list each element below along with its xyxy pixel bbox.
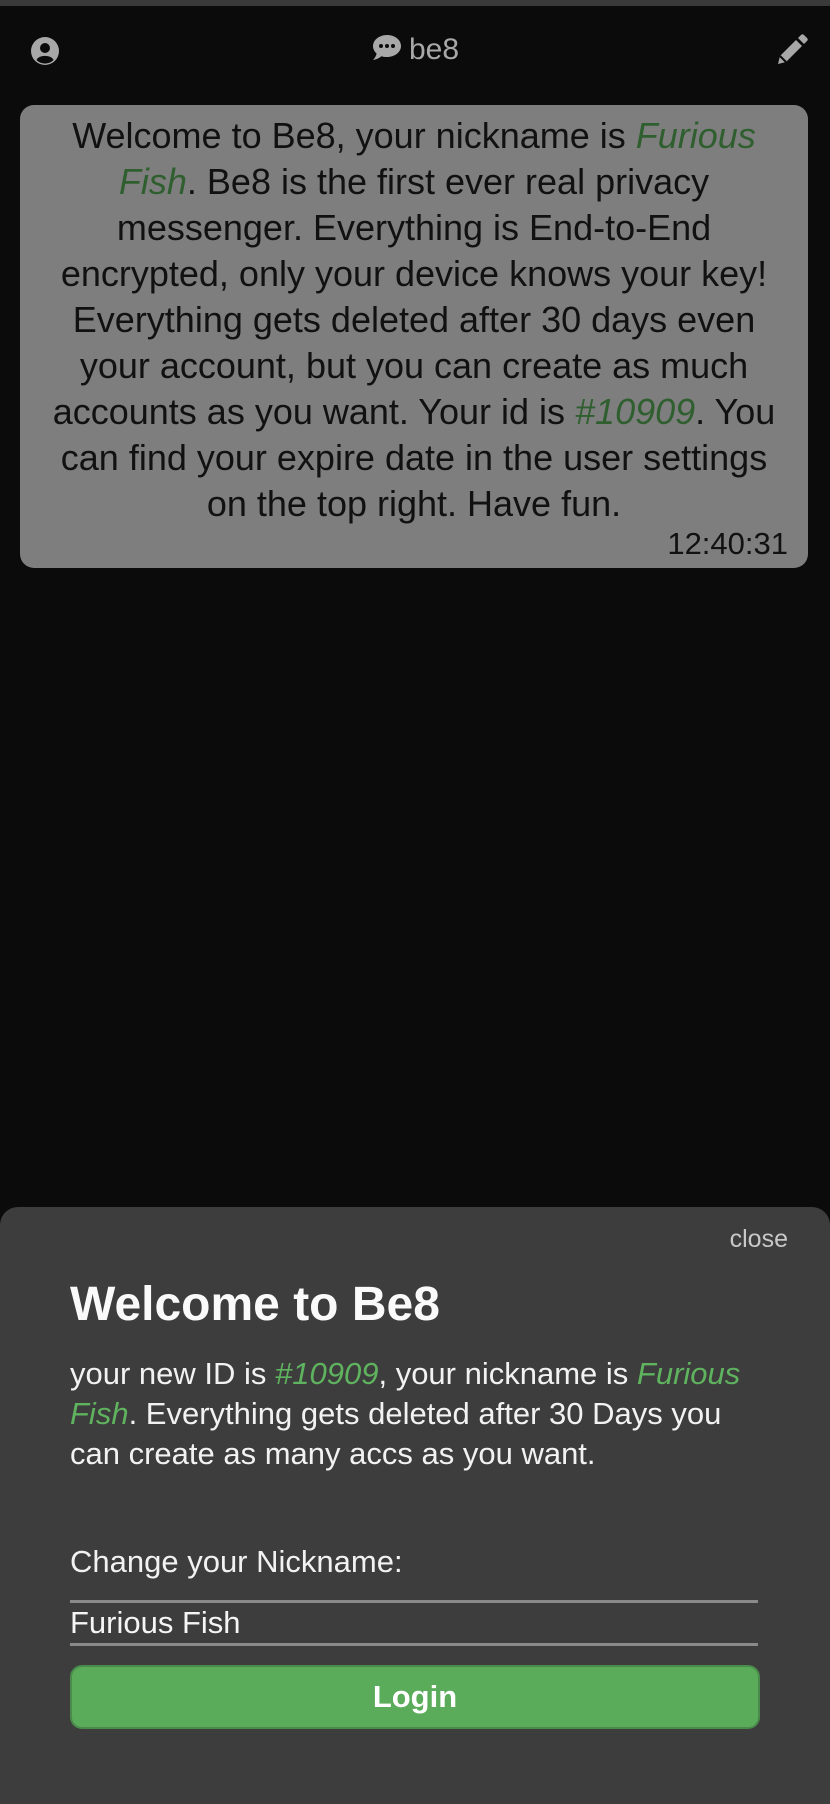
pencil-icon[interactable]	[774, 34, 808, 68]
nickname-input[interactable]	[70, 1600, 758, 1646]
message-user-id: #10909	[575, 391, 696, 432]
sheet-description: your new ID is #10909, your nickname is …	[70, 1354, 770, 1474]
message-timestamp: 12:40:31	[667, 526, 788, 561]
message-text-part: Welcome to Be8, your nickname is	[72, 115, 636, 156]
app-header: be8	[0, 6, 830, 96]
chat-bubble-icon	[371, 33, 403, 63]
message-bubble: Welcome to Be8, your nickname is Furious…	[20, 105, 808, 568]
sheet-desc-part: your new ID is	[70, 1356, 276, 1391]
login-button[interactable]: Login	[70, 1665, 760, 1729]
app-title-text: be8	[408, 33, 460, 66]
sheet-user-id: #10909	[275, 1356, 379, 1391]
welcome-sheet: close Welcome to Be8 your new ID is #109…	[0, 1207, 830, 1804]
sheet-title: Welcome to Be8	[70, 1278, 440, 1331]
nickname-label: Change your Nickname:	[70, 1544, 403, 1579]
app-title: be8	[0, 32, 830, 68]
sheet-desc-part: , your nickname is	[378, 1356, 637, 1391]
close-button[interactable]: close	[730, 1225, 788, 1254]
sheet-desc-part: . Everything gets deleted after 30 Days …	[70, 1396, 722, 1471]
